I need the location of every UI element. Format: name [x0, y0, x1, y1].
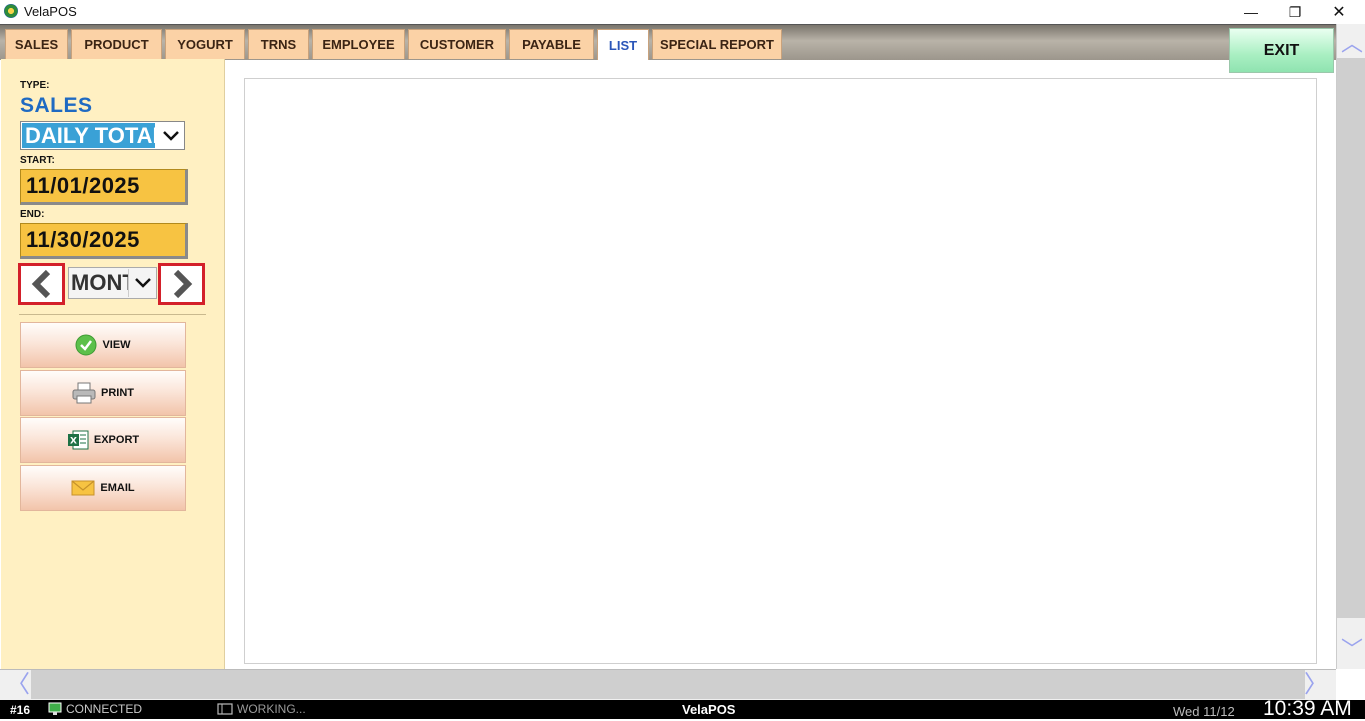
connection-status: CONNECTED [48, 702, 142, 716]
scroll-up-icon[interactable]: ︿ [1341, 33, 1363, 55]
panel-divider [19, 314, 206, 315]
end-label: END: [20, 209, 45, 220]
chevron-left-icon [31, 269, 50, 299]
scroll-left-icon[interactable]: 〈 [6, 673, 30, 697]
app-logo-icon [4, 4, 18, 18]
status-date: Wed 11/12 [1173, 704, 1235, 719]
email-button[interactable]: EMAIL [20, 465, 186, 511]
excel-icon: X [67, 430, 89, 450]
start-date-button[interactable]: 11/01/2025 [20, 169, 188, 205]
svg-text:X: X [70, 437, 77, 447]
chevron-down-icon[interactable] [157, 123, 184, 148]
print-button-label: PRINT [101, 387, 134, 399]
status-app-name: VelaPOS [682, 702, 736, 717]
scroll-right-icon[interactable]: 〉 [1304, 673, 1328, 697]
report-preview-area[interactable] [244, 78, 1317, 664]
scroll-down-icon[interactable]: ﹀ [1341, 639, 1363, 661]
tab-employee[interactable]: EMPLOYEE [312, 29, 405, 59]
envelope-icon [71, 480, 95, 496]
print-button[interactable]: PRINT [20, 370, 186, 416]
tab-product[interactable]: PRODUCT [71, 29, 162, 59]
exit-button[interactable]: EXIT [1229, 28, 1334, 73]
tab-list[interactable]: LIST [597, 29, 649, 60]
tab-strip: SALES PRODUCT YOGURT TRNS EMPLOYEE CUSTO… [0, 24, 1336, 60]
view-button-label: VIEW [102, 339, 131, 351]
maximize-button[interactable]: ❐ [1273, 0, 1317, 24]
connection-status-text: CONNECTED [66, 702, 143, 716]
chevron-right-icon [173, 269, 192, 299]
printer-icon [72, 382, 96, 404]
close-button[interactable]: ✕ [1317, 0, 1361, 24]
horizontal-scrollbar-thumb[interactable] [31, 670, 1305, 699]
report-select-value: DAILY TOTAL [22, 123, 155, 148]
working-status: WORKING... [217, 702, 306, 716]
export-button[interactable]: X EXPORT [20, 417, 186, 463]
report-type-value[interactable]: SALES [20, 94, 93, 118]
previous-period-button[interactable] [18, 263, 65, 305]
window-title: VelaPOS [24, 4, 77, 19]
type-label: TYPE: [20, 80, 50, 91]
report-select[interactable]: DAILY TOTAL [20, 121, 185, 150]
tab-customer[interactable]: CUSTOMER [408, 29, 506, 59]
status-time: 10:39 AM [1263, 697, 1352, 720]
check-circle-icon [75, 334, 97, 356]
period-select-value: MONTH [71, 270, 128, 295]
period-select[interactable]: MONTH [68, 267, 157, 299]
working-status-text: WORKING... [237, 702, 306, 716]
end-date-button[interactable]: 11/30/2025 [20, 223, 188, 259]
terminal-number: #16 [10, 703, 31, 717]
tab-special-report[interactable]: SPECIAL REPORT [652, 29, 782, 59]
status-bar: #16 CONNECTED WORKING... VelaPOS Wed 11/… [0, 697, 1365, 720]
tab-payable[interactable]: PAYABLE [509, 29, 594, 59]
start-label: START: [20, 155, 55, 166]
window-icon [217, 703, 233, 715]
network-icon [48, 702, 62, 715]
view-button[interactable]: VIEW [20, 322, 186, 368]
vertical-scrollbar-thumb[interactable] [1337, 58, 1365, 618]
chevron-down-icon[interactable] [128, 269, 156, 297]
next-period-button[interactable] [158, 263, 205, 305]
export-button-label: EXPORT [93, 434, 140, 446]
tab-sales[interactable]: SALES [5, 29, 68, 59]
tab-trns[interactable]: TRNS [248, 29, 309, 59]
email-button-label: EMAIL [100, 482, 135, 494]
minimize-button[interactable]: — [1229, 0, 1273, 24]
title-bar: VelaPOS — ❐ ✕ [0, 0, 1365, 24]
tab-yogurt[interactable]: YOGURT [165, 29, 245, 59]
